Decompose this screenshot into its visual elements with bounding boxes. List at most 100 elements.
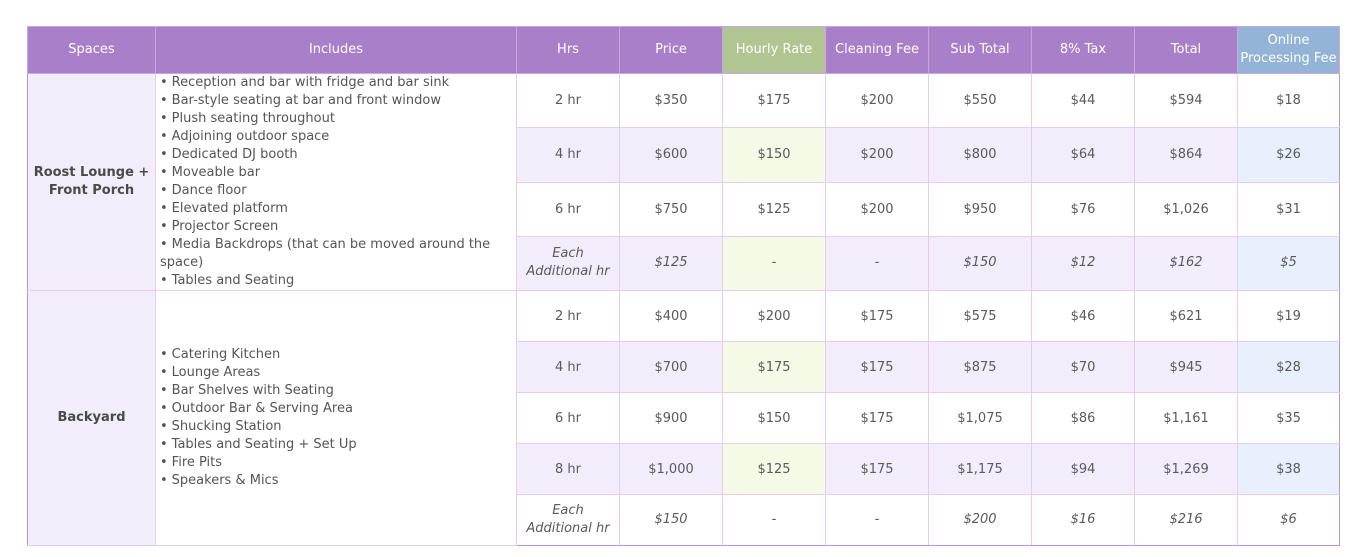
pricing-table-body: Roost Lounge + Front PorchReception and …: [27, 72, 1340, 546]
feature-item: Tables and Seating + Set Up: [160, 436, 512, 454]
feature-item: Speakers & Mics: [160, 472, 512, 490]
header-hrs: Hrs: [516, 26, 620, 74]
total-cell: $162: [1134, 235, 1238, 292]
online-fee-cell: $5: [1237, 235, 1340, 292]
pricing-table: Spaces Includes Hrs Price Hourly Rate Cl…: [27, 26, 1340, 546]
total-cell: $216: [1134, 494, 1238, 546]
feature-item: Tables and Seating: [160, 272, 512, 290]
tax-cell: $12: [1031, 235, 1135, 292]
table-row: Roost Lounge + Front PorchReception and …: [27, 72, 1340, 291]
price-cell: $1,000: [619, 443, 723, 495]
tax-cell: $64: [1031, 127, 1135, 183]
total-cell: $1,161: [1134, 392, 1238, 444]
includes-cell: Reception and bar with fridge and bar si…: [155, 73, 517, 291]
cleaning-fee-cell: $200: [825, 127, 929, 183]
hourly-rate-cell: -: [722, 494, 826, 546]
cleaning-fee-cell: -: [825, 235, 929, 292]
online-fee-cell: $26: [1237, 127, 1340, 183]
tax-cell: $70: [1031, 341, 1135, 393]
sub-total-cell: $950: [928, 181, 1032, 237]
hrs-cell: 2 hr: [516, 290, 620, 342]
hourly-rate-cell: $125: [722, 181, 826, 237]
feature-item: Media Backdrops (that can be moved aroun…: [160, 236, 512, 272]
table-row: BackyardCatering KitchenLounge AreasBar …: [27, 290, 1340, 546]
sub-total-cell: $200: [928, 494, 1032, 546]
hourly-rate-cell: $175: [722, 72, 826, 129]
online-fee-cell: $35: [1237, 392, 1340, 444]
feature-item: Moveable bar: [160, 164, 512, 182]
feature-item: Shucking Station: [160, 418, 512, 436]
feature-item: Reception and bar with fridge and bar si…: [160, 74, 512, 92]
hourly-rate-cell: -: [722, 235, 826, 292]
header-price: Price: [619, 26, 723, 74]
header-row: Spaces Includes Hrs Price Hourly Rate Cl…: [27, 26, 1340, 74]
space-name: Backyard: [27, 290, 156, 546]
feature-list: Catering KitchenLounge AreasBar Shelves …: [160, 346, 512, 490]
header-hourly-rate: Hourly Rate: [722, 26, 826, 74]
tax-cell: $86: [1031, 392, 1135, 444]
cleaning-fee-cell: $200: [825, 72, 929, 129]
total-cell: $594: [1134, 72, 1238, 129]
hourly-rate-cell: $125: [722, 443, 826, 495]
feature-item: Adjoining outdoor space: [160, 128, 512, 146]
cleaning-fee-cell: $175: [825, 392, 929, 444]
includes-cell: Catering KitchenLounge AreasBar Shelves …: [155, 290, 517, 546]
cleaning-fee-cell: $175: [825, 341, 929, 393]
sub-total-cell: $575: [928, 290, 1032, 342]
total-cell: $945: [1134, 341, 1238, 393]
price-cell: $600: [619, 127, 723, 183]
feature-item: Lounge Areas: [160, 364, 512, 382]
online-fee-cell: $19: [1237, 290, 1340, 342]
total-cell: $1,026: [1134, 181, 1238, 237]
feature-item: Dedicated DJ booth: [160, 146, 512, 164]
feature-list: Reception and bar with fridge and bar si…: [160, 74, 512, 290]
sub-total-cell: $1,175: [928, 443, 1032, 495]
feature-item: Plush seating throughout: [160, 110, 512, 128]
sub-total-cell: $875: [928, 341, 1032, 393]
sub-total-cell: $800: [928, 127, 1032, 183]
tax-cell: $16: [1031, 494, 1135, 546]
price-cell: $125: [619, 235, 723, 292]
tax-cell: $94: [1031, 443, 1135, 495]
hrs-cell: Each Additional hr: [516, 494, 620, 546]
hourly-rate-cell: $150: [722, 127, 826, 183]
price-cell: $150: [619, 494, 723, 546]
cleaning-fee-cell: $175: [825, 443, 929, 495]
total-cell: $1,269: [1134, 443, 1238, 495]
sub-total-cell: $550: [928, 72, 1032, 129]
feature-item: Bar Shelves with Seating: [160, 382, 512, 400]
total-cell: $864: [1134, 127, 1238, 183]
cleaning-fee-cell: -: [825, 494, 929, 546]
hrs-cell: 2 hr: [516, 72, 620, 129]
hrs-cell: 6 hr: [516, 181, 620, 237]
hrs-cell: 4 hr: [516, 341, 620, 393]
header-total: Total: [1134, 26, 1238, 74]
header-online-processing-fee: Online Processing Fee: [1237, 26, 1340, 74]
online-fee-cell: $38: [1237, 443, 1340, 495]
space-name: Roost Lounge + Front Porch: [27, 73, 156, 291]
header-sub-total: Sub Total: [928, 26, 1032, 74]
feature-item: Outdoor Bar & Serving Area: [160, 400, 512, 418]
hrs-cell: Each Additional hr: [516, 235, 620, 292]
hourly-rate-cell: $200: [722, 290, 826, 342]
header-includes: Includes: [155, 26, 517, 74]
hrs-cell: 6 hr: [516, 392, 620, 444]
online-fee-cell: $31: [1237, 181, 1340, 237]
tax-cell: $76: [1031, 181, 1135, 237]
feature-item: Dance floor: [160, 182, 512, 200]
hrs-cell: 8 hr: [516, 443, 620, 495]
hrs-cell: 4 hr: [516, 127, 620, 183]
cleaning-fee-cell: $200: [825, 181, 929, 237]
hourly-rate-cell: $150: [722, 392, 826, 444]
pricing-table-container: Spaces Includes Hrs Price Hourly Rate Cl…: [27, 26, 1340, 546]
price-cell: $700: [619, 341, 723, 393]
total-cell: $621: [1134, 290, 1238, 342]
tax-cell: $46: [1031, 290, 1135, 342]
feature-item: Fire Pits: [160, 454, 512, 472]
header-spaces: Spaces: [27, 26, 156, 74]
price-cell: $750: [619, 181, 723, 237]
header-tax: 8% Tax: [1031, 26, 1135, 74]
feature-item: Projector Screen: [160, 218, 512, 236]
price-cell: $350: [619, 72, 723, 129]
online-fee-cell: $28: [1237, 341, 1340, 393]
